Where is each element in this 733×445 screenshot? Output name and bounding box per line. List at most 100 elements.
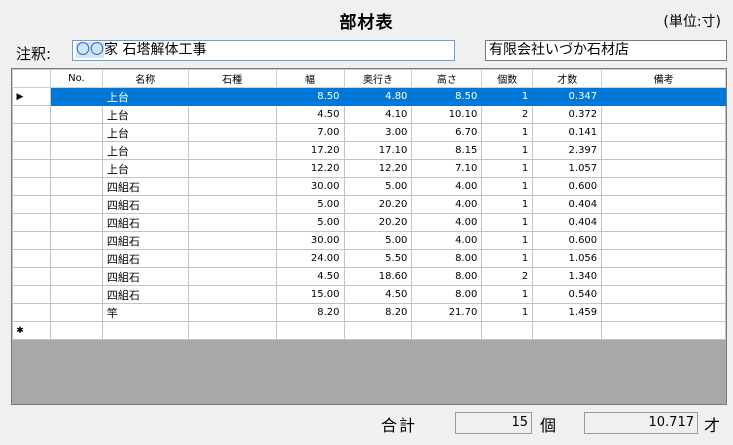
cell-stone[interactable]: [187, 123, 277, 142]
cell-stone[interactable]: [187, 195, 277, 214]
cell-stone[interactable]: [187, 249, 277, 268]
cell-stone[interactable]: [187, 159, 277, 178]
cell-stone[interactable]: [187, 141, 277, 160]
table-row[interactable]: 四組石 5.00 20.20 4.00 1 0.404: [12, 213, 726, 232]
cell-height[interactable]: 7.10: [411, 159, 483, 178]
cell-height[interactable]: 8.00: [411, 267, 483, 286]
col-header-no[interactable]: No.: [49, 69, 103, 88]
cell-empty[interactable]: [411, 321, 483, 340]
cell-no[interactable]: [49, 87, 103, 106]
cell-memo[interactable]: [601, 123, 726, 142]
cell-stone[interactable]: [187, 87, 277, 106]
cell-stone[interactable]: [187, 285, 277, 304]
cell-name[interactable]: 四組石: [101, 177, 189, 196]
cell-depth[interactable]: 5.00: [343, 231, 413, 250]
cell-memo[interactable]: [601, 285, 726, 304]
cell-depth[interactable]: 3.00: [343, 123, 413, 142]
row-selector[interactable]: [12, 303, 51, 322]
cell-sai[interactable]: 0.404: [532, 213, 603, 232]
cell-no[interactable]: [49, 249, 103, 268]
cell-height[interactable]: 21.70: [411, 303, 483, 322]
row-selector[interactable]: [12, 141, 51, 160]
cell-memo[interactable]: [601, 231, 726, 250]
cell-height[interactable]: 8.50: [411, 87, 483, 106]
cell-height[interactable]: 4.00: [411, 213, 483, 232]
cell-empty[interactable]: [481, 321, 534, 340]
cell-depth[interactable]: 20.20: [343, 195, 413, 214]
cell-qty[interactable]: 1: [481, 177, 534, 196]
cell-empty[interactable]: [187, 321, 277, 340]
col-header-name[interactable]: 名称: [101, 69, 189, 88]
row-selector[interactable]: [12, 195, 51, 214]
cell-height[interactable]: 4.00: [411, 231, 483, 250]
cell-height[interactable]: 6.70: [411, 123, 483, 142]
cell-name[interactable]: 四組石: [101, 195, 189, 214]
table-row[interactable]: 四組石 30.00 5.00 4.00 1 0.600: [12, 231, 726, 250]
cell-qty[interactable]: 2: [481, 267, 534, 286]
cell-sai[interactable]: 0.540: [532, 285, 603, 304]
cell-width[interactable]: 4.50: [275, 267, 345, 286]
cell-qty[interactable]: 1: [481, 213, 534, 232]
cell-sai[interactable]: 0.600: [532, 177, 603, 196]
cell-depth[interactable]: 12.20: [343, 159, 413, 178]
cell-name[interactable]: 上台: [101, 87, 189, 106]
table-row[interactable]: 四組石 4.50 18.60 8.00 2 1.340: [12, 267, 726, 286]
cell-width[interactable]: 8.20: [275, 303, 345, 322]
cell-qty[interactable]: 1: [481, 303, 534, 322]
cell-width[interactable]: 15.00: [275, 285, 345, 304]
cell-sai[interactable]: 1.340: [532, 267, 603, 286]
cell-no[interactable]: [49, 141, 103, 160]
cell-qty[interactable]: 2: [481, 105, 534, 124]
cell-sai[interactable]: 0.347: [532, 87, 603, 106]
cell-empty[interactable]: [275, 321, 345, 340]
cell-depth[interactable]: 5.50: [343, 249, 413, 268]
new-row[interactable]: ✱: [12, 321, 726, 340]
cell-memo[interactable]: [601, 87, 726, 106]
company-input[interactable]: 有限会社いづか石材店: [485, 40, 727, 61]
parts-grid[interactable]: No. 名称 石種 幅 奥行き 高さ 個数 才数 備考 ▶ 上台 8.50 4.80 8…: [11, 68, 727, 405]
col-header-memo[interactable]: 備考: [601, 69, 726, 88]
table-row[interactable]: 四組石 30.00 5.00 4.00 1 0.600: [12, 177, 726, 196]
cell-qty[interactable]: 1: [481, 231, 534, 250]
cell-memo[interactable]: [601, 303, 726, 322]
cell-empty[interactable]: [49, 321, 103, 340]
cell-memo[interactable]: [601, 249, 726, 268]
cell-depth[interactable]: 4.80: [343, 87, 413, 106]
cell-height[interactable]: 8.00: [411, 285, 483, 304]
col-header-sai[interactable]: 才数: [532, 69, 603, 88]
col-header-width[interactable]: 幅: [275, 69, 345, 88]
table-row[interactable]: 四組石 5.00 20.20 4.00 1 0.404: [12, 195, 726, 214]
cell-no[interactable]: [49, 195, 103, 214]
cell-name[interactable]: 上台: [101, 159, 189, 178]
cell-name[interactable]: 四組石: [101, 267, 189, 286]
cell-no[interactable]: [49, 267, 103, 286]
row-selector[interactable]: [12, 267, 51, 286]
cell-memo[interactable]: [601, 267, 726, 286]
cell-no[interactable]: [49, 159, 103, 178]
cell-memo[interactable]: [601, 141, 726, 160]
cell-empty[interactable]: [101, 321, 189, 340]
note-input[interactable]: 〇〇家 石塔解体工事: [72, 40, 455, 61]
table-row[interactable]: 上台 12.20 12.20 7.10 1 1.057: [12, 159, 726, 178]
row-selector[interactable]: [12, 105, 51, 124]
table-row[interactable]: 四組石 24.00 5.50 8.00 1 1.056: [12, 249, 726, 268]
cell-stone[interactable]: [187, 213, 277, 232]
cell-qty[interactable]: 1: [481, 141, 534, 160]
cell-name[interactable]: 上台: [101, 105, 189, 124]
cell-name[interactable]: 四組石: [101, 231, 189, 250]
cell-name[interactable]: 四組石: [101, 213, 189, 232]
cell-width[interactable]: 17.20: [275, 141, 345, 160]
cell-empty[interactable]: [343, 321, 413, 340]
cell-sai[interactable]: 1.056: [532, 249, 603, 268]
col-header-stone[interactable]: 石種: [187, 69, 277, 88]
cell-memo[interactable]: [601, 177, 726, 196]
cell-stone[interactable]: [187, 267, 277, 286]
cell-qty[interactable]: 1: [481, 195, 534, 214]
cell-memo[interactable]: [601, 213, 726, 232]
cell-height[interactable]: 4.00: [411, 177, 483, 196]
cell-sai[interactable]: 0.372: [532, 105, 603, 124]
cell-qty[interactable]: 1: [481, 249, 534, 268]
cell-stone[interactable]: [187, 303, 277, 322]
cell-empty[interactable]: [601, 321, 726, 340]
cell-depth[interactable]: 18.60: [343, 267, 413, 286]
